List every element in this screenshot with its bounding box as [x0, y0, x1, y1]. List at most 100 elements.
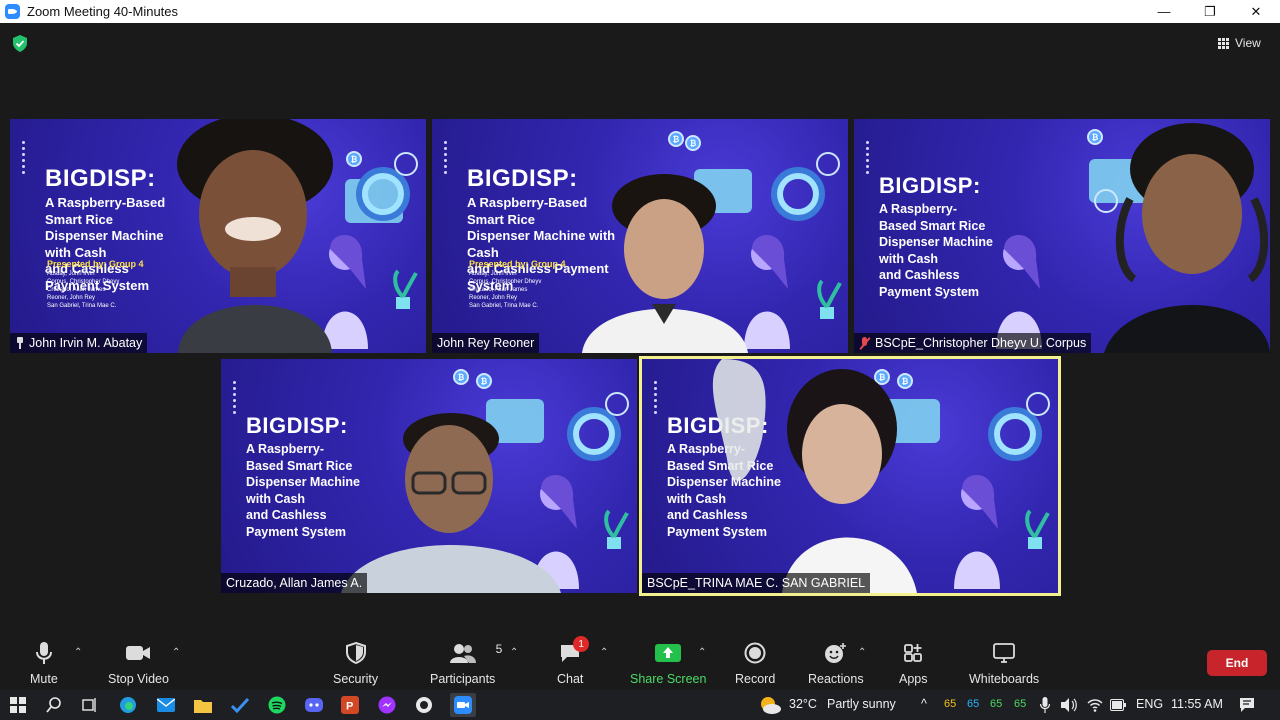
mute-label: Mute	[30, 672, 58, 686]
participants-count: 5	[495, 642, 503, 656]
zoom-taskbar-icon[interactable]	[450, 693, 476, 717]
maximize-button[interactable]: ❐	[1187, 0, 1233, 23]
title-bar: Zoom Meeting 40-Minutes — ❐ ✕	[0, 0, 1280, 23]
apps-icon	[904, 644, 923, 662]
gpu-temp-3: 65	[990, 698, 1003, 710]
video-tile-san-gabriel[interactable]: BIGDISP: A Raspberry- Based Smart Rice D…	[639, 356, 1061, 596]
participant-name-tag: John Irvin M. Abatay	[10, 333, 148, 353]
weather-temperature: 32°C	[789, 697, 817, 711]
obs-icon[interactable]	[414, 695, 434, 715]
slide-title: BIGDISP:	[45, 165, 156, 192]
participants-label: Participants	[430, 672, 496, 686]
participant-video-abatay	[177, 119, 333, 353]
zoom-window: Zoom Meeting 40-Minutes — ❐ ✕ View BIGDI…	[0, 0, 1280, 720]
apps-label: Apps	[899, 672, 928, 686]
view-label: View	[1235, 36, 1261, 50]
video-tile-corpus[interactable]: BIGDISP: A Raspberry- Based Smart Rice D…	[854, 119, 1270, 353]
reactions-button[interactable]: Reactions	[808, 640, 864, 686]
participant-name: John Rey Reoner	[437, 336, 535, 350]
end-meeting-button[interactable]: End	[1207, 650, 1267, 676]
battery-icon[interactable]	[1110, 699, 1126, 711]
view-button[interactable]: View	[1218, 33, 1261, 53]
slide-title: BIGDISP:	[246, 413, 348, 438]
microphone-icon	[35, 642, 52, 664]
participants-options-caret[interactable]: ⌃	[510, 647, 518, 658]
share-options-caret[interactable]: ⌃	[698, 647, 706, 658]
taskbar-clock[interactable]: 11:55 AM	[1171, 697, 1223, 711]
pin-icon	[15, 337, 25, 349]
messenger-icon[interactable]	[377, 695, 397, 715]
record-icon	[744, 642, 766, 664]
share-screen-button[interactable]: Share Screen	[630, 640, 706, 686]
input-language[interactable]: ENG	[1136, 697, 1163, 711]
participant-name-tag: Cruzado, Allan James A.	[221, 573, 368, 593]
reactions-label: Reactions	[808, 672, 864, 686]
video-tile-reoner[interactable]: BIGDISP: A Raspberry-Based Smart Rice Di…	[432, 119, 848, 353]
wifi-icon[interactable]	[1087, 697, 1103, 713]
spotify-icon[interactable]	[267, 695, 287, 715]
share-screen-label: Share Screen	[630, 672, 707, 686]
notification-center-icon[interactable]	[1239, 697, 1255, 713]
gpu-temp-4: 65	[1014, 698, 1027, 710]
participants-button[interactable]: 5 Participants	[430, 640, 502, 686]
reactions-emoji-icon	[824, 643, 846, 663]
video-tile-cruzado[interactable]: BIGDISP: A Raspberry- Based Smart Rice D…	[221, 359, 637, 593]
show-hidden-icons-caret[interactable]: ^	[921, 697, 927, 711]
video-options-caret[interactable]: ⌃	[172, 647, 180, 658]
weather-description: Partly sunny	[827, 697, 896, 711]
apps-button[interactable]: Apps	[899, 640, 928, 686]
windows-taskbar: P 32°C Partly sunny ^ 65 65 65 65 ENG 11…	[0, 690, 1280, 720]
record-button[interactable]: Record	[735, 640, 775, 686]
mail-icon[interactable]	[156, 695, 176, 715]
video-tile-abatay[interactable]: BIGDISP: A Raspberry-Based Smart Rice Di…	[10, 119, 426, 353]
search-icon[interactable]	[44, 695, 64, 715]
reactions-options-caret[interactable]: ⌃	[858, 647, 866, 658]
edge-browser-icon[interactable]	[118, 695, 138, 715]
discord-icon[interactable]	[304, 695, 324, 715]
security-label: Security	[333, 672, 379, 686]
whiteboards-button[interactable]: Whiteboards	[969, 640, 1039, 686]
mic-muted-icon	[859, 336, 871, 350]
chat-unread-badge: 1	[573, 636, 590, 652]
slide-presented-by: Presented by: Group 4	[469, 259, 566, 269]
whiteboard-icon	[993, 643, 1015, 663]
zoom-app-icon	[5, 4, 20, 19]
encryption-shield-icon[interactable]	[12, 35, 28, 52]
participant-video-san-gabriel	[712, 359, 917, 593]
file-explorer-icon[interactable]	[193, 695, 213, 715]
video-camera-icon	[126, 646, 151, 660]
gpu-temp-2: 65	[967, 698, 980, 710]
close-button[interactable]: ✕	[1233, 0, 1279, 23]
participant-video-reoner	[582, 174, 748, 353]
chat-label: Chat	[557, 672, 584, 686]
powerpoint-icon[interactable]: P	[340, 695, 360, 715]
mute-button[interactable]: Mute	[30, 640, 58, 686]
security-button[interactable]: Security	[333, 640, 378, 686]
microphone-tray-icon[interactable]	[1040, 697, 1050, 713]
window-title: Zoom Meeting 40-Minutes	[27, 4, 179, 19]
participants-icon	[449, 644, 476, 663]
svg-text:P: P	[346, 701, 353, 713]
slide-names: Abatay, John Irvin Corpus, Christopher D…	[47, 271, 120, 309]
slide-names: Abatay, John Irvin Corpus, Christopher D…	[469, 271, 542, 309]
slide-subtitle: A Raspberry- Based Smart Rice Dispenser …	[879, 202, 993, 299]
participant-name: BSCpE_Christopher Dheyv U. Corpus	[875, 336, 1087, 350]
chat-button[interactable]: 1 Chat	[557, 636, 590, 686]
chat-options-caret[interactable]: ⌃	[600, 647, 608, 658]
task-view-icon[interactable]	[80, 695, 100, 715]
participant-video-cruzado	[341, 413, 561, 593]
audio-options-caret[interactable]: ⌃	[74, 647, 82, 658]
minimize-button[interactable]: —	[1141, 0, 1187, 23]
participant-name-tag: BSCpE_Christopher Dheyv U. Corpus	[854, 333, 1092, 353]
whiteboards-label: Whiteboards	[969, 672, 1040, 686]
participant-video-corpus	[1104, 123, 1270, 353]
stop-video-button[interactable]: Stop Video	[108, 640, 169, 686]
record-label: Record	[735, 672, 776, 686]
slide-title: BIGDISP:	[879, 173, 981, 198]
todo-app-icon[interactable]	[230, 695, 250, 715]
share-screen-icon	[655, 644, 682, 662]
speaker-volume-icon[interactable]	[1061, 698, 1077, 712]
gpu-temp-1: 65	[944, 698, 957, 710]
participant-name: Cruzado, Allan James A.	[226, 576, 363, 590]
windows-start-icon[interactable]	[8, 695, 28, 715]
